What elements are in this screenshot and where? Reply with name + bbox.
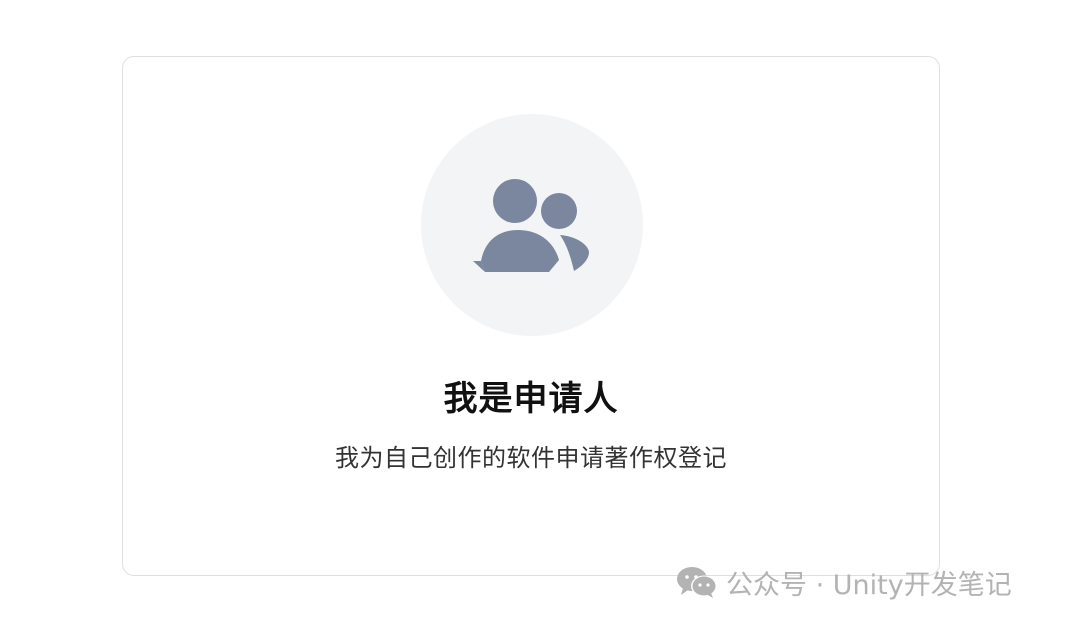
card-description: 我为自己创作的软件申请著作权登记 xyxy=(335,444,727,472)
watermark: 公众号 · Unity开发笔记 xyxy=(676,562,1012,602)
icon-circle xyxy=(421,114,643,336)
card-title: 我是申请人 xyxy=(443,379,619,419)
users-icon xyxy=(473,179,589,272)
page: 我是申请人 我为自己创作的软件申请著作权登记 公众号 · Unity开发笔记 xyxy=(0,0,1080,625)
watermark-text: 公众号 · Unity开发笔记 xyxy=(726,569,1012,601)
wechat-icon xyxy=(677,567,717,598)
applicant-role-card[interactable]: 我是申请人 我为自己创作的软件申请著作权登记 xyxy=(122,56,940,576)
